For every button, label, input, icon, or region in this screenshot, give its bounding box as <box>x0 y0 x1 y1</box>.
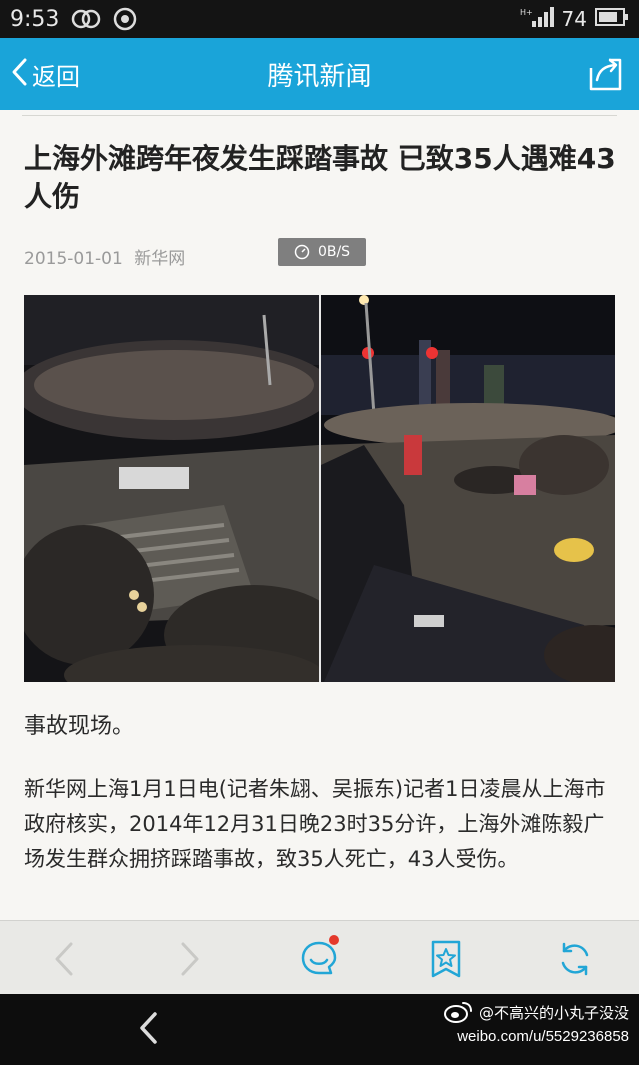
chevron-left-icon <box>10 57 28 91</box>
comment-button[interactable] <box>297 935 341 981</box>
article-date: 2015-01-01 <box>24 249 123 269</box>
nav-back-button[interactable] <box>136 1010 160 1050</box>
refresh-button[interactable] <box>553 937 597 981</box>
prev-button[interactable] <box>42 937 86 981</box>
battery-percent: 74 <box>561 7 587 31</box>
comment-badge <box>329 935 339 945</box>
signal-icon: H+ <box>520 6 554 32</box>
article-body: 新华网上海1月1日电(记者朱翃、吴振东)记者1日凌晨从上海市政府核实，2014年… <box>24 777 606 871</box>
camera-shutter-icon <box>113 7 137 31</box>
speed-badge: 0B/S <box>278 238 366 266</box>
back-button[interactable]: 返回 <box>10 57 80 92</box>
watermark-url: weibo.com/u/5529236858 <box>457 1028 629 1045</box>
bottom-toolbar <box>0 920 639 995</box>
status-time: 9:53 <box>10 6 60 32</box>
nav-back-icon <box>140 1012 157 1044</box>
speed-gauge-icon <box>294 244 310 260</box>
circles-icon <box>71 9 101 29</box>
back-label: 返回 <box>32 62 80 91</box>
next-button[interactable] <box>168 937 212 981</box>
svg-text:H+: H+ <box>520 8 533 17</box>
speed-value: 0B/S <box>317 244 351 260</box>
share-icon <box>589 58 622 91</box>
refresh-icon <box>561 942 589 976</box>
divider <box>22 115 617 116</box>
prev-arrow-icon <box>55 942 73 976</box>
system-nav-bar: @不高兴的小丸子没没 weibo.com/u/5529236858 <box>0 994 639 1065</box>
photo-caption: 事故现场。 <box>24 714 135 739</box>
favorite-button[interactable] <box>424 937 468 981</box>
status-bar: 9:53 H+ 74 <box>0 0 639 38</box>
watermark-handle: @不高兴的小丸子没没 <box>478 1003 629 1022</box>
bookmark-star-icon <box>431 940 461 978</box>
article-headline: 上海外滩跨年夜发生踩踏事故 已致35人遇难43人伤 <box>24 142 616 213</box>
weibo-watermark: @不高兴的小丸子没没 weibo.com/u/5529236858 <box>443 1000 629 1045</box>
next-arrow-icon <box>181 942 199 976</box>
article-source: 新华网 <box>134 249 186 269</box>
article-content[interactable]: 上海外滩跨年夜发生踩踏事故 已致35人遇难43人伤 2015-01-01 新华网… <box>0 110 639 920</box>
article-meta: 2015-01-01 新华网 <box>24 244 185 269</box>
article-photo[interactable] <box>24 295 615 682</box>
battery-icon <box>595 8 629 30</box>
weibo-logo-icon <box>443 1002 472 1023</box>
share-button[interactable] <box>587 56 625 96</box>
app-title: 腾讯新闻 <box>267 61 372 92</box>
app-header: 返回 腾讯新闻 <box>0 38 639 110</box>
